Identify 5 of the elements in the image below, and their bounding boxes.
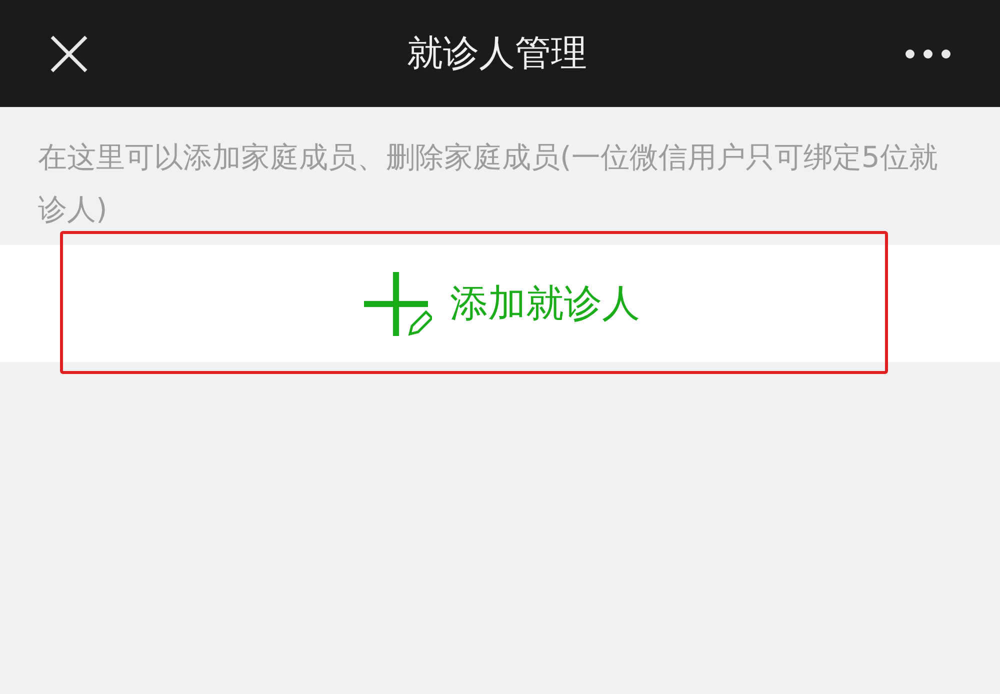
window-title: 就诊人管理 <box>407 32 587 76</box>
notice-text: 在这里可以添加家庭成员、删除家庭成员(一位微信用户只可绑定5位就诊人) <box>38 139 939 228</box>
add-patient-button[interactable]: 添加就诊人 <box>0 245 1000 362</box>
more-icon <box>905 48 951 58</box>
close-icon <box>49 34 89 74</box>
